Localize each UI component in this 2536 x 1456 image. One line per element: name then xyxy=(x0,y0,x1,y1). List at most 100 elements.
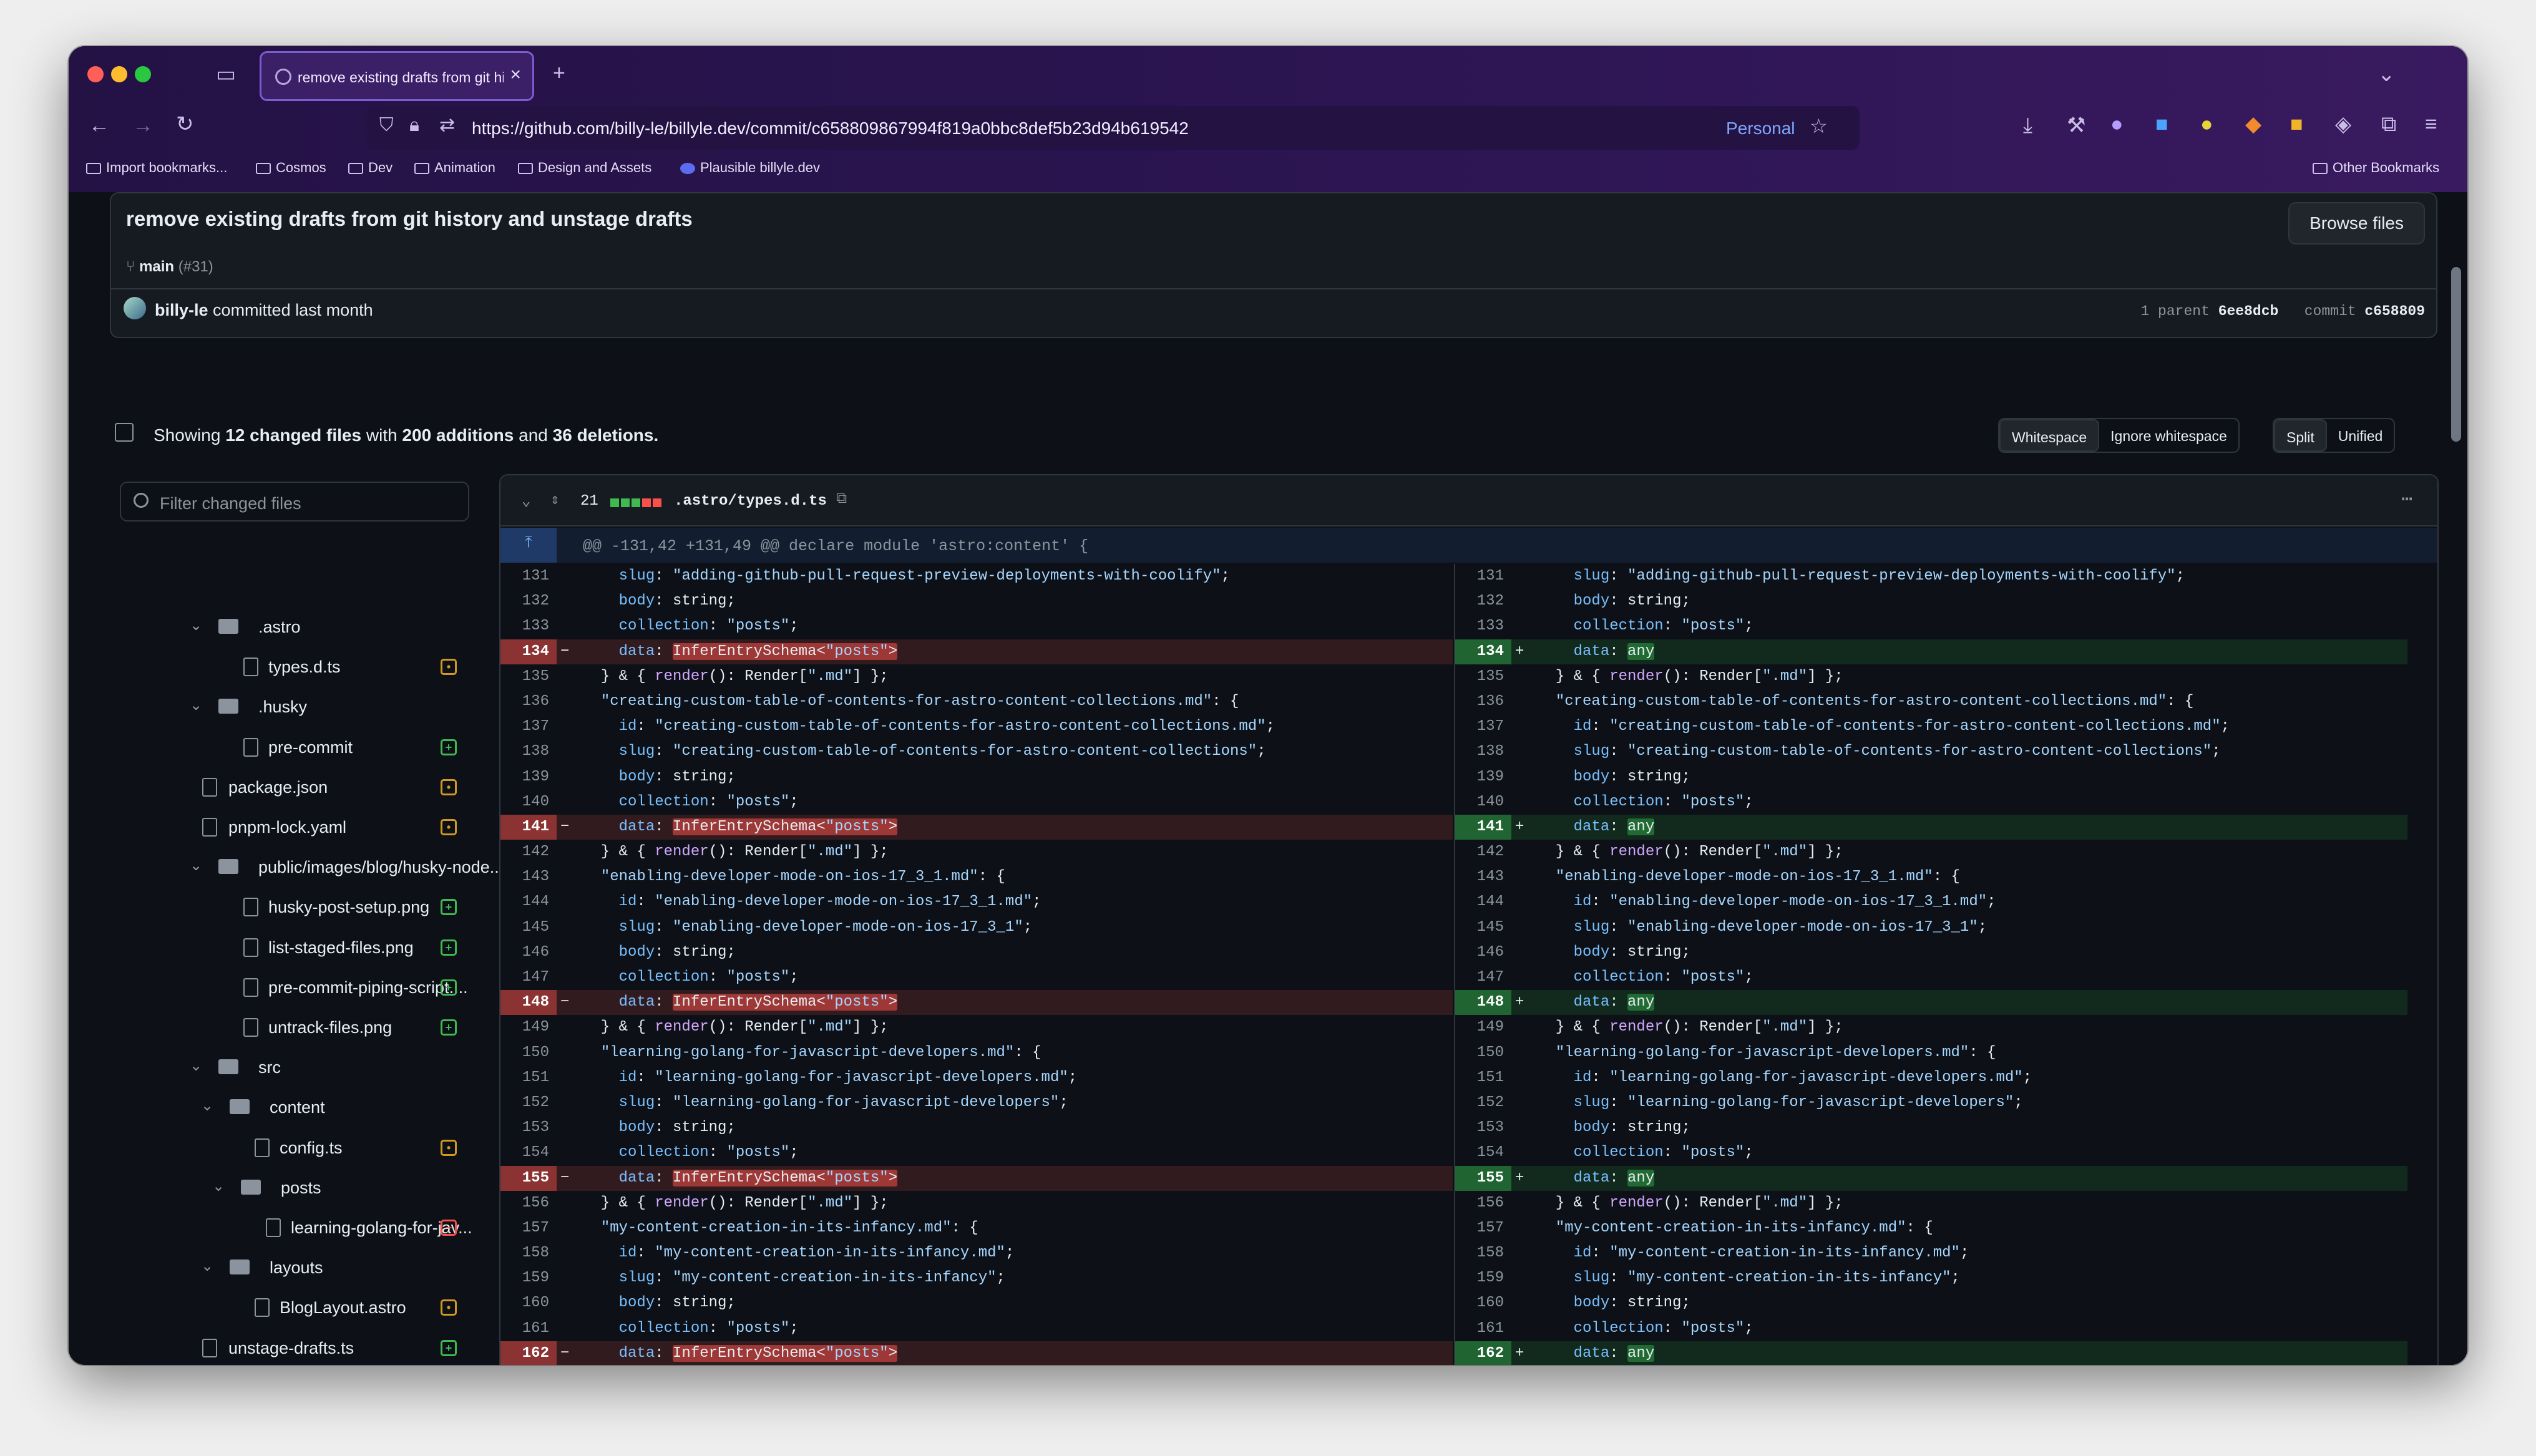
line-number[interactable]: 136 xyxy=(500,689,557,714)
line-number[interactable]: 157 xyxy=(500,1216,557,1241)
chevron-down-icon[interactable]: ⌄ xyxy=(201,1257,213,1275)
line-number[interactable]: 135 xyxy=(1455,664,1511,689)
line-number[interactable]: 144 xyxy=(1455,890,1511,915)
line-number[interactable]: 156 xyxy=(1455,1191,1511,1216)
line-number[interactable]: 139 xyxy=(1455,765,1511,790)
line-number[interactable]: 132 xyxy=(1455,589,1511,614)
chevron-down-icon[interactable]: ⌄ xyxy=(190,857,202,875)
line-number[interactable]: 158 xyxy=(500,1241,557,1266)
branch-name[interactable]: main xyxy=(139,258,174,275)
line-number[interactable]: 148 xyxy=(1455,990,1511,1016)
bookmark-design-assets[interactable]: Design and Assets xyxy=(518,160,651,176)
line-number[interactable]: 148 xyxy=(500,990,557,1016)
line-number[interactable]: 159 xyxy=(1455,1266,1511,1291)
tab-list-chevron-icon[interactable]: ⌄ xyxy=(2378,64,2396,85)
pr-ref[interactable]: (#31) xyxy=(178,258,213,275)
line-number[interactable]: 152 xyxy=(500,1090,557,1115)
container-label[interactable]: Personal xyxy=(1726,119,1795,138)
expand-up-icon[interactable]: ⤒ xyxy=(500,528,557,563)
line-number[interactable]: 161 xyxy=(1455,1316,1511,1341)
new-tab-icon[interactable]: + xyxy=(553,62,565,84)
line-number[interactable]: 134 xyxy=(1455,639,1511,664)
filter-files-input[interactable]: Filter changed files xyxy=(120,482,469,522)
line-number[interactable]: 155 xyxy=(500,1165,557,1191)
line-number[interactable]: 150 xyxy=(1455,1041,1511,1065)
line-number[interactable]: 153 xyxy=(500,1115,557,1140)
line-number[interactable]: 137 xyxy=(1455,714,1511,739)
line-number[interactable]: 143 xyxy=(500,865,557,890)
line-number[interactable]: 140 xyxy=(1455,790,1511,815)
line-number[interactable]: 160 xyxy=(1455,1291,1511,1316)
line-number[interactable]: 160 xyxy=(500,1291,557,1316)
bookmark-cosmos[interactable]: Cosmos xyxy=(256,160,326,176)
extension-l-icon[interactable]: ● xyxy=(2110,114,2124,135)
ignore-whitespace-button[interactable]: Ignore whitespace xyxy=(2099,419,2238,452)
author-name[interactable]: billy-le xyxy=(155,301,208,319)
extension-orange-icon[interactable]: ■ xyxy=(2290,114,2303,135)
line-number[interactable]: 142 xyxy=(500,840,557,865)
line-number[interactable]: 147 xyxy=(1455,965,1511,990)
extension-puzzle-icon[interactable]: ◈ xyxy=(2335,114,2351,135)
line-number[interactable]: 151 xyxy=(500,1065,557,1090)
reload-icon[interactable]: ↻ xyxy=(176,114,194,135)
url-text[interactable]: https://github.com/billy-le/billyle.dev/… xyxy=(472,119,1189,138)
line-number[interactable]: 141 xyxy=(500,814,557,840)
line-number[interactable]: 145 xyxy=(1455,915,1511,940)
parent-sha[interactable]: 6ee8dcb xyxy=(2218,303,2279,319)
commit-sha[interactable]: c658809 xyxy=(2364,303,2425,319)
line-number[interactable]: 145 xyxy=(500,915,557,940)
forward-icon[interactable]: → xyxy=(132,115,154,136)
diff-filename[interactable]: .astro/types.d.ts xyxy=(674,493,827,510)
line-number[interactable]: 154 xyxy=(1455,1140,1511,1165)
tools-icon[interactable]: ⚒ xyxy=(2067,115,2085,136)
line-number[interactable]: 159 xyxy=(500,1266,557,1291)
line-number[interactable]: 138 xyxy=(500,739,557,764)
line-number[interactable]: 158 xyxy=(1455,1241,1511,1266)
line-number[interactable]: 154 xyxy=(500,1140,557,1165)
line-number[interactable]: 131 xyxy=(500,564,557,589)
line-number[interactable]: 131 xyxy=(1455,564,1511,589)
line-number[interactable]: 137 xyxy=(500,714,557,739)
line-number[interactable]: 138 xyxy=(1455,739,1511,764)
toggle-file-tree-icon[interactable] xyxy=(115,423,134,442)
bookmark-dev[interactable]: Dev xyxy=(348,160,393,176)
back-icon[interactable]: ← xyxy=(89,115,110,136)
line-number[interactable]: 149 xyxy=(1455,1015,1511,1040)
bookmark-import[interactable]: Import bookmarks... xyxy=(86,160,227,176)
line-number[interactable]: 134 xyxy=(500,639,557,664)
permissions-icon[interactable]: ⇄ xyxy=(439,116,455,135)
chevron-down-icon[interactable]: ⌄ xyxy=(212,1177,225,1195)
close-window-button[interactable] xyxy=(87,66,104,82)
line-number[interactable]: 146 xyxy=(1455,940,1511,965)
bookmark-plausible[interactable]: Plausible billyle.dev xyxy=(680,160,820,176)
copy-path-icon[interactable]: ⧉ xyxy=(836,490,847,508)
zoom-window-button[interactable] xyxy=(135,66,151,82)
line-number[interactable]: 139 xyxy=(500,765,557,790)
line-number[interactable]: 156 xyxy=(500,1191,557,1216)
line-number[interactable]: 161 xyxy=(500,1316,557,1341)
line-number[interactable]: 149 xyxy=(500,1015,557,1040)
line-number[interactable]: 146 xyxy=(500,940,557,965)
avatar[interactable] xyxy=(124,297,146,319)
line-number[interactable]: 143 xyxy=(1455,865,1511,890)
page-scrollbar[interactable] xyxy=(2451,267,2461,442)
line-number[interactable]: 150 xyxy=(500,1041,557,1065)
close-tab-icon[interactable]: × xyxy=(510,64,521,85)
menu-icon[interactable]: ≡ xyxy=(2425,114,2437,135)
whitespace-button[interactable]: Whitespace xyxy=(1999,419,2100,452)
line-number[interactable]: 133 xyxy=(500,614,557,639)
address-bar[interactable]: ⛉ 🔒︎ ⇄ https://github.com/billy-le/billy… xyxy=(366,106,1860,150)
extensions-icon[interactable]: ⧉ xyxy=(2381,114,2396,135)
expand-all-icon[interactable]: ⇕ xyxy=(550,490,559,509)
line-number[interactable]: 155 xyxy=(1455,1165,1511,1191)
line-number[interactable]: 140 xyxy=(500,790,557,815)
metamask-icon[interactable]: ◆ xyxy=(2245,114,2261,135)
line-number[interactable]: 144 xyxy=(500,890,557,915)
line-number[interactable]: 141 xyxy=(1455,814,1511,840)
shield-icon[interactable]: ⛉ xyxy=(379,116,394,135)
line-number[interactable]: 135 xyxy=(500,664,557,689)
tab-overview-icon[interactable]: ▭ xyxy=(216,64,236,85)
split-view-button[interactable]: Split xyxy=(2274,419,2327,452)
extension-yellow-icon[interactable]: ● xyxy=(2200,114,2213,135)
extension-k-icon[interactable]: ■ xyxy=(2155,114,2168,135)
